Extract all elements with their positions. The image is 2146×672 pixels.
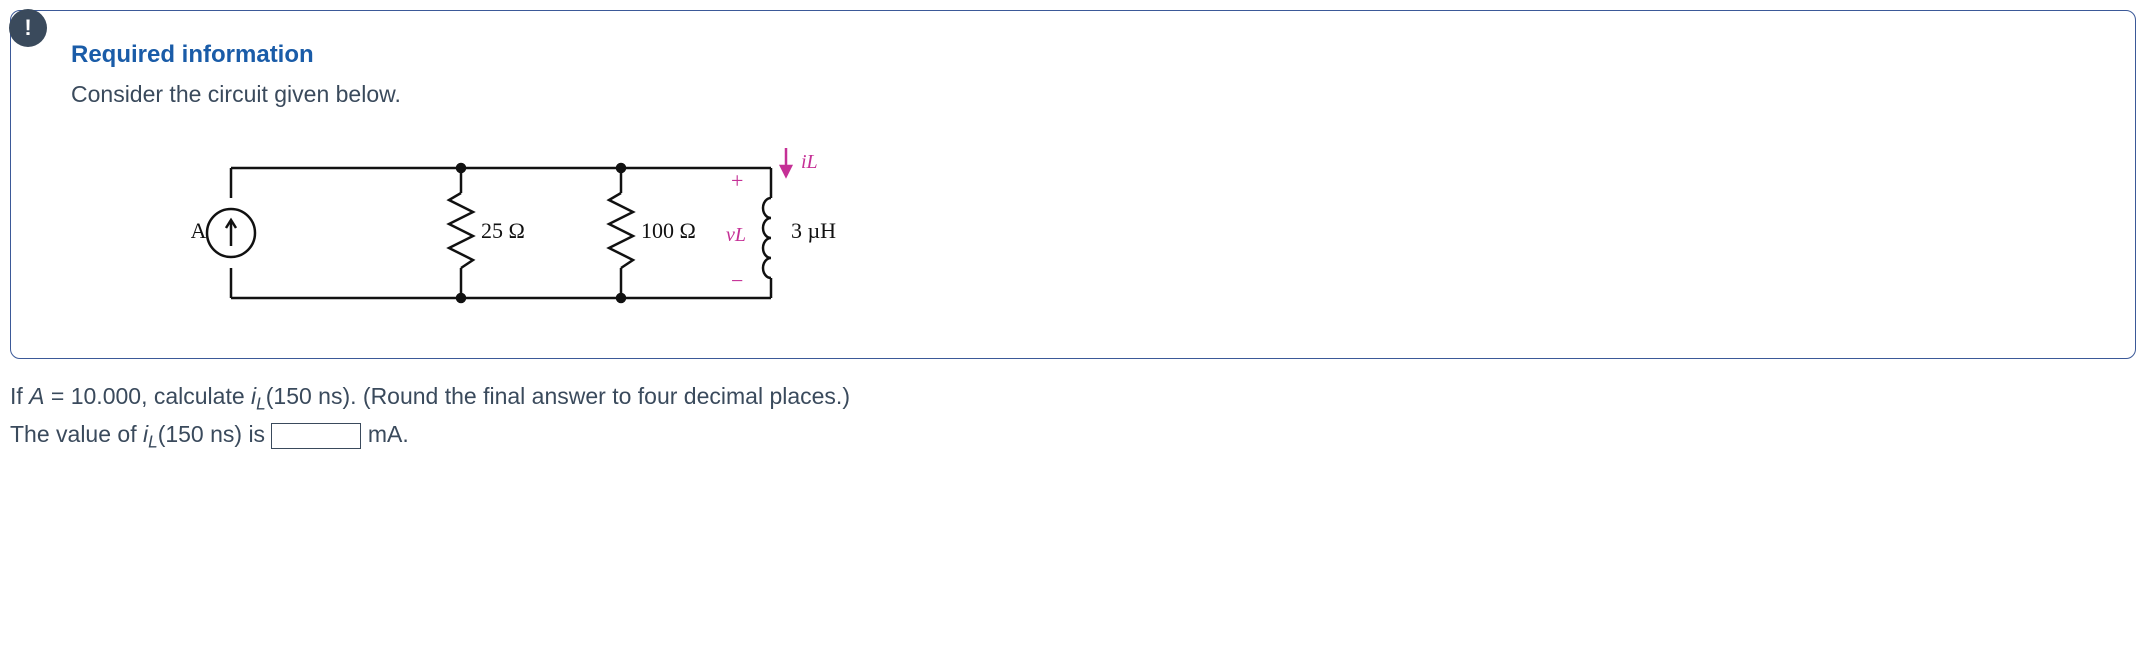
answer-input[interactable] bbox=[271, 423, 361, 449]
circuit-svg: A u(t) mA 25 Ω 100 Ω + − vL iL 3 µH bbox=[191, 138, 891, 328]
q2-mid: (150 ns) is bbox=[158, 421, 272, 447]
question-area: If A = 10.000, calculate iL(150 ns). (Ro… bbox=[10, 379, 2136, 456]
q2-pre: The value of bbox=[10, 421, 143, 447]
source-label: A u(t) mA bbox=[191, 218, 207, 243]
circuit-diagram: A u(t) mA 25 Ω 100 Ω + − vL iL 3 µH bbox=[71, 138, 2085, 328]
vl-plus: + bbox=[731, 168, 743, 193]
il-label: iL bbox=[801, 151, 818, 173]
vl-label: vL bbox=[726, 224, 746, 246]
inductor-label: 3 µH bbox=[791, 218, 836, 243]
required-heading: Required information bbox=[71, 41, 2085, 69]
question-line-2: The value of iL(150 ns) is mA. bbox=[10, 417, 2136, 455]
vl-minus: − bbox=[731, 268, 743, 293]
instruction-text: Consider the circuit given below. bbox=[71, 81, 2085, 108]
r1-label: 25 Ω bbox=[481, 218, 525, 243]
q2-iL: iL bbox=[143, 421, 158, 447]
alert-icon: ! bbox=[9, 9, 47, 47]
q-at: (150 ns). (Round the final answer to fou… bbox=[266, 383, 850, 409]
required-info-box: ! Required information Consider the circ… bbox=[10, 10, 2136, 359]
question-line-1: If A = 10.000, calculate iL(150 ns). (Ro… bbox=[10, 379, 2136, 417]
alert-symbol: ! bbox=[24, 15, 31, 41]
r2-label: 100 Ω bbox=[641, 218, 696, 243]
q-iL: iL bbox=[251, 383, 266, 409]
q-prefix: If bbox=[10, 383, 29, 409]
q-eq: = 10.000, calculate bbox=[45, 383, 252, 409]
q-unit: mA. bbox=[361, 421, 408, 447]
q-var-a: A bbox=[29, 383, 44, 409]
